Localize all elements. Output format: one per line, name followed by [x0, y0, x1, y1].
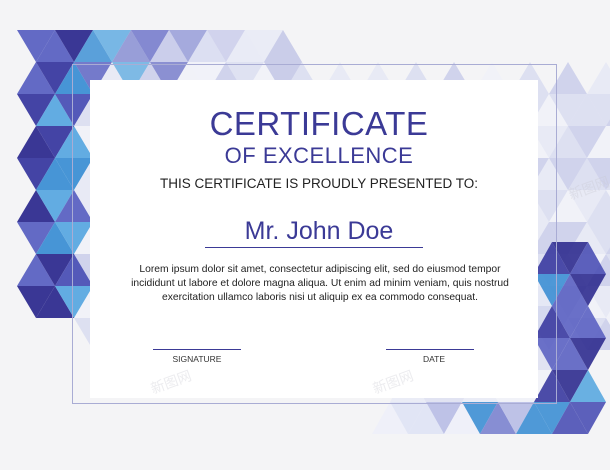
triangle-tile [587, 62, 610, 94]
certificate-subtitle: OF EXCELLENCE [224, 143, 414, 168]
signature-label: SIGNATURE [172, 354, 222, 364]
date-line [386, 349, 474, 350]
certificate-canvas: CERTIFICATE OF EXCELLENCE THIS CERTIFICA… [0, 0, 610, 470]
certificate-body-text: Lorem ipsum dolor sit amet, consectetur … [131, 264, 509, 303]
signature-line [153, 349, 241, 350]
recipient-underline [205, 247, 423, 248]
certificate-title: CERTIFICATE [209, 105, 429, 142]
date-label: DATE [422, 354, 446, 364]
presented-to-text: THIS CERTIFICATE IS PROUDLY PRESENTED TO… [159, 176, 479, 191]
recipient-name: Mr. John Doe [244, 217, 394, 245]
